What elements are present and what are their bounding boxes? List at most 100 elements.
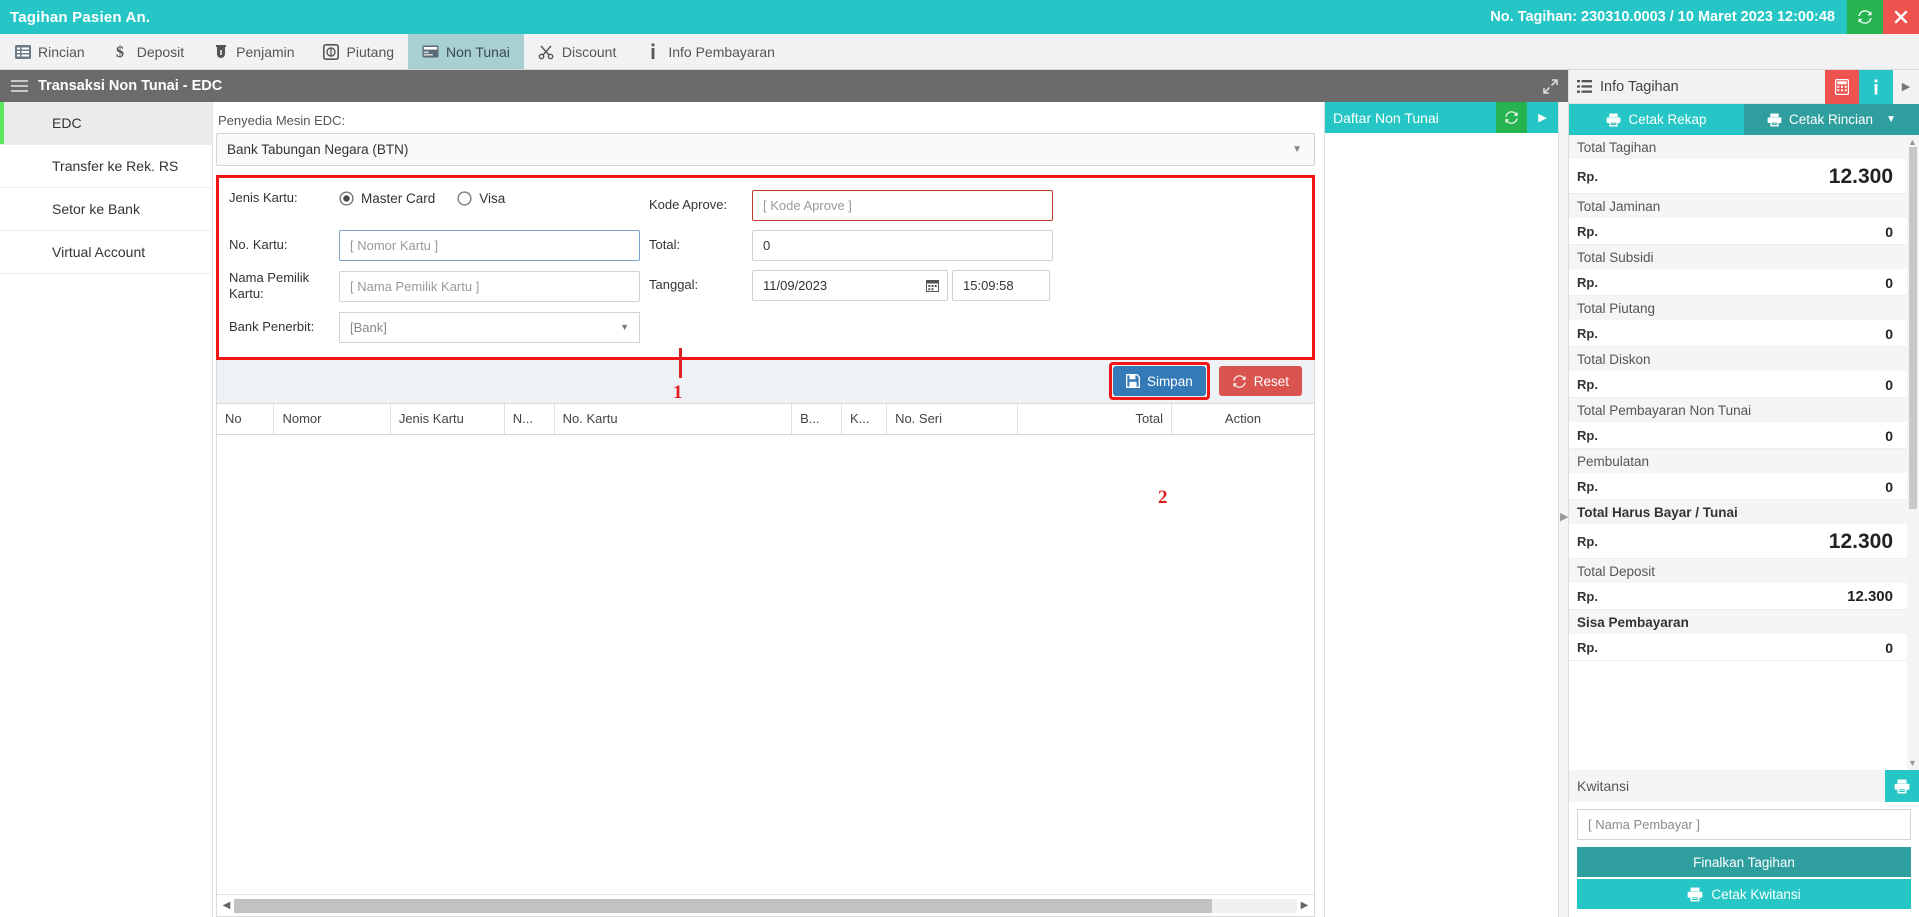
waktu-input[interactable]: 15:09:58 [952, 270, 1050, 301]
total-input[interactable]: 0 [752, 230, 1053, 261]
currency-label: Rp. [1577, 640, 1598, 655]
total-label: Total: [649, 237, 681, 253]
calculator-button[interactable] [1825, 69, 1859, 104]
reset-button-label: Reset [1253, 373, 1289, 389]
sidebar-item-setor-ke-bank[interactable]: Setor ke Bank [0, 188, 212, 231]
scroll-left-icon[interactable]: ◀ [219, 900, 234, 911]
hamburger-icon[interactable] [0, 85, 38, 87]
scroll-track[interactable] [234, 898, 1297, 913]
col-nomor[interactable]: Nomor [273, 403, 391, 435]
col-no-kartu[interactable]: No. Kartu [554, 403, 793, 435]
chevron-down-icon[interactable]: ▼ [1886, 114, 1896, 125]
refresh-button[interactable] [1847, 0, 1883, 34]
info-value-total-subsidi: Rp. 0 [1569, 270, 1907, 296]
radio-unselected-icon [457, 191, 472, 206]
col-no-seri[interactable]: No. Seri [886, 403, 1018, 435]
info-label-total-tagihan: Total Tagihan [1569, 135, 1907, 160]
tab-penjamin[interactable]: Penjamin [198, 34, 308, 69]
module-subheader: Transaksi Non Tunai - EDC [0, 70, 1568, 102]
col-b[interactable]: B... [791, 403, 842, 435]
bank-penerbit-group: Bank Penerbit: [Bank] ▼ [229, 311, 649, 343]
scroll-right-icon[interactable]: ▶ [1297, 900, 1312, 911]
info-label-total-pembayaran-non-tunai: Total Pembayaran Non Tunai [1569, 398, 1907, 423]
kode-aprove-label: Kode Aprove: [649, 197, 728, 213]
panel-next-button[interactable]: ▶ [1893, 69, 1919, 104]
payer-name-input[interactable]: [ Nama Pembayar ] [1577, 809, 1911, 840]
panel-splitter[interactable]: ▶ [1558, 102, 1568, 917]
close-button[interactable] [1883, 0, 1919, 34]
table-horizontal-scrollbar[interactable]: ◀ ▶ [217, 894, 1314, 916]
bank-penerbit-value: [Bank] [350, 319, 387, 335]
daftar-collapse-button[interactable]: ▶ [1527, 102, 1558, 133]
nama-pemilik-label: Nama Pemilik Kartu: [229, 270, 310, 302]
nama-pemilik-input[interactable]: [ Nama Pemilik Kartu ] [339, 270, 640, 302]
daftar-refresh-button[interactable] [1496, 102, 1527, 133]
currency-label: Rp. [1577, 326, 1598, 341]
tab-rincian[interactable]: Rincian [0, 34, 99, 69]
info-vertical-scrollbar[interactable]: ▲ ▼ [1907, 135, 1919, 770]
info-label-total-jaminan: Total Jaminan [1569, 194, 1907, 219]
col-total[interactable]: Total [1017, 403, 1172, 435]
col-no[interactable]: No [217, 403, 275, 435]
tab-piutang[interactable]: Piutang [309, 34, 408, 69]
radio-visa[interactable]: Visa [457, 191, 505, 206]
currency-label: Rp. [1577, 275, 1598, 290]
tab-label: Piutang [346, 43, 395, 60]
kwitansi-print-button[interactable] [1885, 770, 1919, 802]
sidebar-item-label: Transfer ke Rek. RS [52, 158, 179, 174]
chevron-down-icon: ▼ [620, 322, 629, 332]
info-label-total-piutang: Total Piutang [1569, 296, 1907, 321]
info-rows-list: Total Tagihan Rp. 12.300 Total Jaminan R… [1569, 135, 1919, 661]
sidebar-item-virtual-account[interactable]: Virtual Account [0, 231, 212, 274]
printer-icon [1687, 887, 1703, 902]
info-button[interactable] [1859, 69, 1893, 104]
col-n[interactable]: N... [504, 403, 555, 435]
scroll-down-icon[interactable]: ▼ [1908, 758, 1917, 768]
print-recap-button[interactable]: Cetak Rekap [1569, 104, 1744, 135]
form-wrapper: Penyedia Mesin EDC: Bank Tabungan Negara… [213, 102, 1324, 360]
reset-button[interactable]: Reset [1218, 366, 1302, 396]
annotation-marker-1: 1 [673, 381, 683, 403]
info-value-total-piutang: Rp. 0 [1569, 321, 1907, 347]
sidebar-item-label: Setor ke Bank [52, 201, 140, 217]
tab-non-tunai[interactable]: Non Tunai [408, 34, 524, 69]
tab-discount[interactable]: Discount [524, 34, 630, 69]
scroll-up-icon[interactable]: ▲ [1908, 137, 1917, 147]
radio-master-label: Master Card [361, 190, 436, 206]
tab-deposit[interactable]: $ Deposit [99, 34, 198, 69]
info-value-total-deposit: Rp. 12.300 [1569, 584, 1907, 610]
tanggal-label: Tanggal: [649, 277, 699, 293]
expand-icon[interactable] [1543, 78, 1558, 94]
col-jenis-kartu[interactable]: Jenis Kartu [390, 403, 505, 435]
tanggal-input[interactable]: 11/09/2023 [752, 270, 948, 301]
col-action[interactable]: Action [1171, 403, 1314, 435]
save-button[interactable]: Simpan [1112, 366, 1206, 396]
no-kartu-input[interactable]: [ Nomor Kartu ] [339, 230, 640, 261]
col-k[interactable]: K... [841, 403, 888, 435]
info-tagihan-panel: Info Tagihan ▶ Cetak Rekap Cetak Rincian… [1568, 69, 1919, 917]
print-detail-button[interactable]: Cetak Rincian ▼ [1744, 104, 1919, 135]
chevron-down-icon: ▼ [1292, 144, 1302, 155]
info-label-total-subsidi: Total Subsidi [1569, 245, 1907, 270]
printer-icon [1606, 113, 1621, 127]
tanggal-value: 11/09/2023 [763, 278, 828, 293]
scroll-thumb[interactable] [1909, 147, 1917, 509]
tab-label: Info Pembayaran [668, 43, 775, 60]
finalize-bill-button[interactable]: Finalkan Tagihan [1577, 847, 1911, 877]
calendar-icon[interactable] [926, 279, 939, 292]
bank-penerbit-select[interactable]: [Bank] ▼ [339, 311, 640, 343]
kode-aprove-input[interactable]: [ Kode Aprove ] [752, 190, 1053, 221]
form-row-bank-penerbit: Bank Penerbit: [Bank] ▼ [229, 311, 1302, 343]
amount: 0 [1885, 427, 1893, 444]
currency-label: Rp. [1577, 534, 1598, 549]
sidebar-item-transfer-rek-rs[interactable]: Transfer ke Rek. RS [0, 145, 212, 188]
radio-master-card[interactable]: Master Card [339, 191, 435, 206]
sidebar-item-edc[interactable]: EDC [0, 102, 212, 145]
print-receipt-button[interactable]: Cetak Kwitansi [1577, 879, 1911, 909]
nama-pemilik-group: Nama Pemilik Kartu: [ Nama Pemilik Kartu… [229, 270, 649, 303]
left-zone: Transaksi Non Tunai - EDC EDC Transfer k… [0, 70, 1568, 917]
provider-select[interactable]: Bank Tabungan Negara (BTN) ▼ [216, 133, 1315, 166]
scroll-thumb[interactable] [234, 898, 1212, 913]
tab-info-pembayaran[interactable]: Info Pembayaran [630, 34, 789, 69]
main-tab-strip: Rincian $ Deposit Penjamin Piutang Non T… [0, 34, 1919, 70]
